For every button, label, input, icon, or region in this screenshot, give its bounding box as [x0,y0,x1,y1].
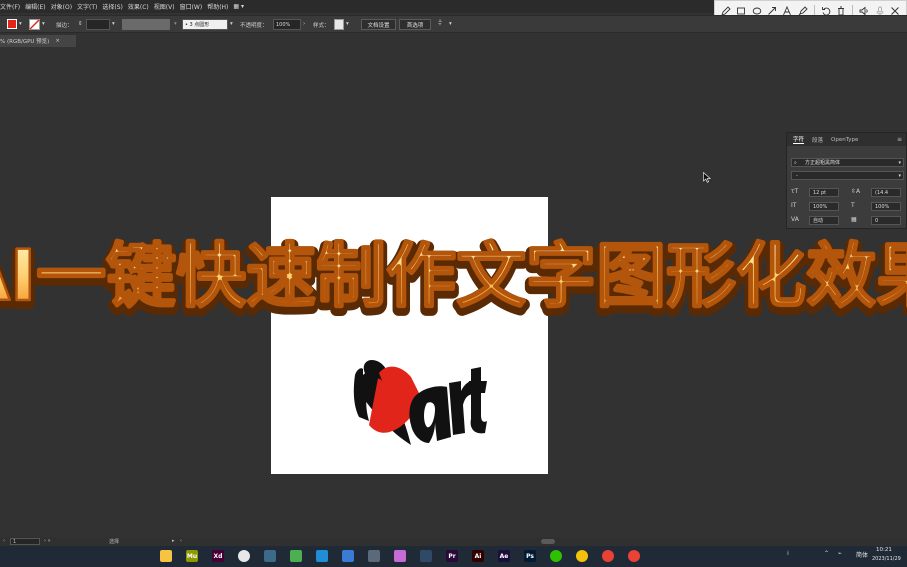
taskbar-app-wechat[interactable] [550,550,562,562]
chevron-down-icon: ▾ [898,172,901,179]
artboard-number-field[interactable]: 1 [10,538,40,545]
taskbar-app-edge[interactable] [316,550,328,562]
kerning-field[interactable]: 自动 [809,216,839,225]
horizontal-scale-icon: T [851,202,855,209]
close-tab-icon[interactable]: × [55,38,60,44]
mouse-cursor-icon [703,172,711,183]
chevron-up-icon[interactable]: ⌃ [824,550,829,557]
align-icon[interactable]: ⫩ [438,19,442,28]
kerning-icon: VA [791,216,799,223]
scroll-left-icon[interactable]: ‹ [180,538,182,544]
fill-color-swatch[interactable] [7,19,17,29]
taskbar-app-xd[interactable]: Xd [212,550,224,562]
style-label: 样式： [313,23,330,29]
leading-field[interactable]: (14.4 [871,188,901,197]
status-bar: ‹ 1 › » 选择 ▸ ‹ [0,537,907,546]
stroke-label: 描边： [56,23,73,29]
vertical-scale-field[interactable]: 100% [809,202,839,211]
overlay-title: AI一键快速制作文字图形化效果 AI一键快速制作文字图形化效果 [0,234,907,326]
taskbar-app-photoshop[interactable]: Ps [524,550,536,562]
network-icon[interactable]: ⌁ [838,550,842,557]
taskbar-app-muse[interactable]: Mu [186,550,198,562]
font-family-select[interactable]: ⌕ 方正超粗黑简体 ▾ [791,158,904,167]
control-bar: ▾ ▾ 描边： ⇕ ▾ ▾ • 3 点圆形 ▾ 不透明度： 100% › 样式：… [0,15,907,33]
chevron-right-icon[interactable]: › [303,21,305,27]
stroke-color-swatch[interactable] [29,19,40,30]
clock-time[interactable]: 10:21 [876,547,892,553]
horizontal-scrollbar[interactable] [541,539,555,544]
taskbar-app-app-ring[interactable] [420,550,432,562]
tray-divider: ⁞ [787,550,789,557]
taskbar-app-premiere[interactable]: Pr [446,550,458,562]
opacity-label: 不透明度： [240,23,268,29]
artboard-nav-icon[interactable]: › » [44,538,51,544]
character-panel: 字符 段落 OpenType ≡ ⌕ 方正超粗黑简体 ▾ - ▾ ꚍT 12 p… [786,132,907,229]
menu-object[interactable]: 对象(O) [51,2,77,11]
chevron-down-icon[interactable]: ▾ [19,21,22,27]
menu-window[interactable]: 窗口(W) [180,2,208,11]
document-setup-button[interactable]: 文档设置 [361,19,396,30]
brush-definition[interactable]: • 3 点圆形 [182,19,228,30]
variable-width-profile[interactable] [122,19,170,30]
overlay-title-text: AI一键快速制作文字图形化效果 [0,235,907,317]
artboard-prev-icon[interactable]: ‹ [3,538,5,544]
document-tab-title: % (RGB/GPU 预览) [0,39,50,45]
taskbar-app-app-yellow[interactable] [576,550,588,562]
panel-menu-icon[interactable]: ≡ [897,136,902,143]
clock-date[interactable]: 2023/11/29 [872,556,901,562]
menu-type[interactable]: 文字(T) [77,2,102,11]
preferences-button[interactable]: 首选项 [399,19,431,30]
taskbar-app-after-effects[interactable]: Ae [498,550,510,562]
taskbar-app-explorer[interactable] [160,550,172,562]
font-size-icon: ꚍT [791,188,799,195]
taskbar-app-app-circle[interactable] [238,550,250,562]
taskbar-app-app-cloud[interactable] [368,550,380,562]
font-style-select[interactable]: - ▾ [791,171,904,180]
chevron-down-icon[interactable]: ▾ [42,21,45,27]
stroke-weight-field[interactable] [86,19,110,30]
character-panel-tabs: 字符 段落 OpenType [787,133,906,146]
chevron-down-icon[interactable]: ▾ [449,21,452,27]
opacity-field[interactable]: 100% [273,19,301,30]
document-tab[interactable]: % (RGB/GPU 预览) × [0,35,76,47]
taskbar-app-chrome[interactable] [628,550,640,562]
workspace-switcher[interactable]: ▦ ▾ [233,3,249,10]
taskbar-app-app-color[interactable] [394,550,406,562]
menu-view[interactable]: 视图(V) [154,2,180,11]
menu-effect[interactable]: 效果(C) [128,2,154,11]
status-menu-icon[interactable]: ▸ [172,538,175,544]
chevron-down-icon[interactable]: ▾ [230,21,233,27]
chevron-down-icon[interactable]: ▾ [112,21,115,27]
menu-help[interactable]: 帮助(H) [207,2,233,11]
taskbar-app-app-flower[interactable] [602,550,614,562]
taskbar-app-app-arrow[interactable] [264,550,276,562]
tracking-field[interactable]: 0 [871,216,901,225]
menu-edit[interactable]: 编辑(E) [25,2,50,11]
tab-paragraph[interactable]: 段落 [812,136,823,144]
chevron-down-icon: ▾ [898,159,901,166]
taskbar-app-illustrator[interactable]: Ai [472,550,484,562]
menu-file[interactable]: 文件(F) [0,2,25,11]
input-language[interactable]: 简体 [856,550,868,559]
chevron-down-icon[interactable]: ▾ [174,21,177,27]
horizontal-scale-field[interactable]: 100% [871,202,901,211]
vertical-scale-icon: IT [791,202,797,209]
status-tool-label: 选择 [109,539,120,545]
stroke-stepper-icon[interactable]: ⇕ [78,21,83,27]
taskbar: Mu Xd Pr Ai Ae Ps ⁞ ⌃ ⌁ 简体 10:21 2023/11/29 [0,546,907,567]
tab-opentype[interactable]: OpenType [831,137,858,143]
taskbar-app-app-map[interactable] [290,550,302,562]
tab-character[interactable]: 字符 [793,135,805,144]
graphic-style-swatch[interactable] [334,19,344,30]
search-icon: ⌕ [794,159,797,166]
taskbar-app-calculator[interactable] [342,550,354,562]
font-size-field[interactable]: 12 pt [809,188,839,197]
menu-select[interactable]: 选择(S) [102,2,128,11]
chevron-down-icon[interactable]: ▾ [346,21,349,27]
tracking-icon: ▦ [851,216,857,223]
leading-icon: ⇳A [851,188,861,195]
